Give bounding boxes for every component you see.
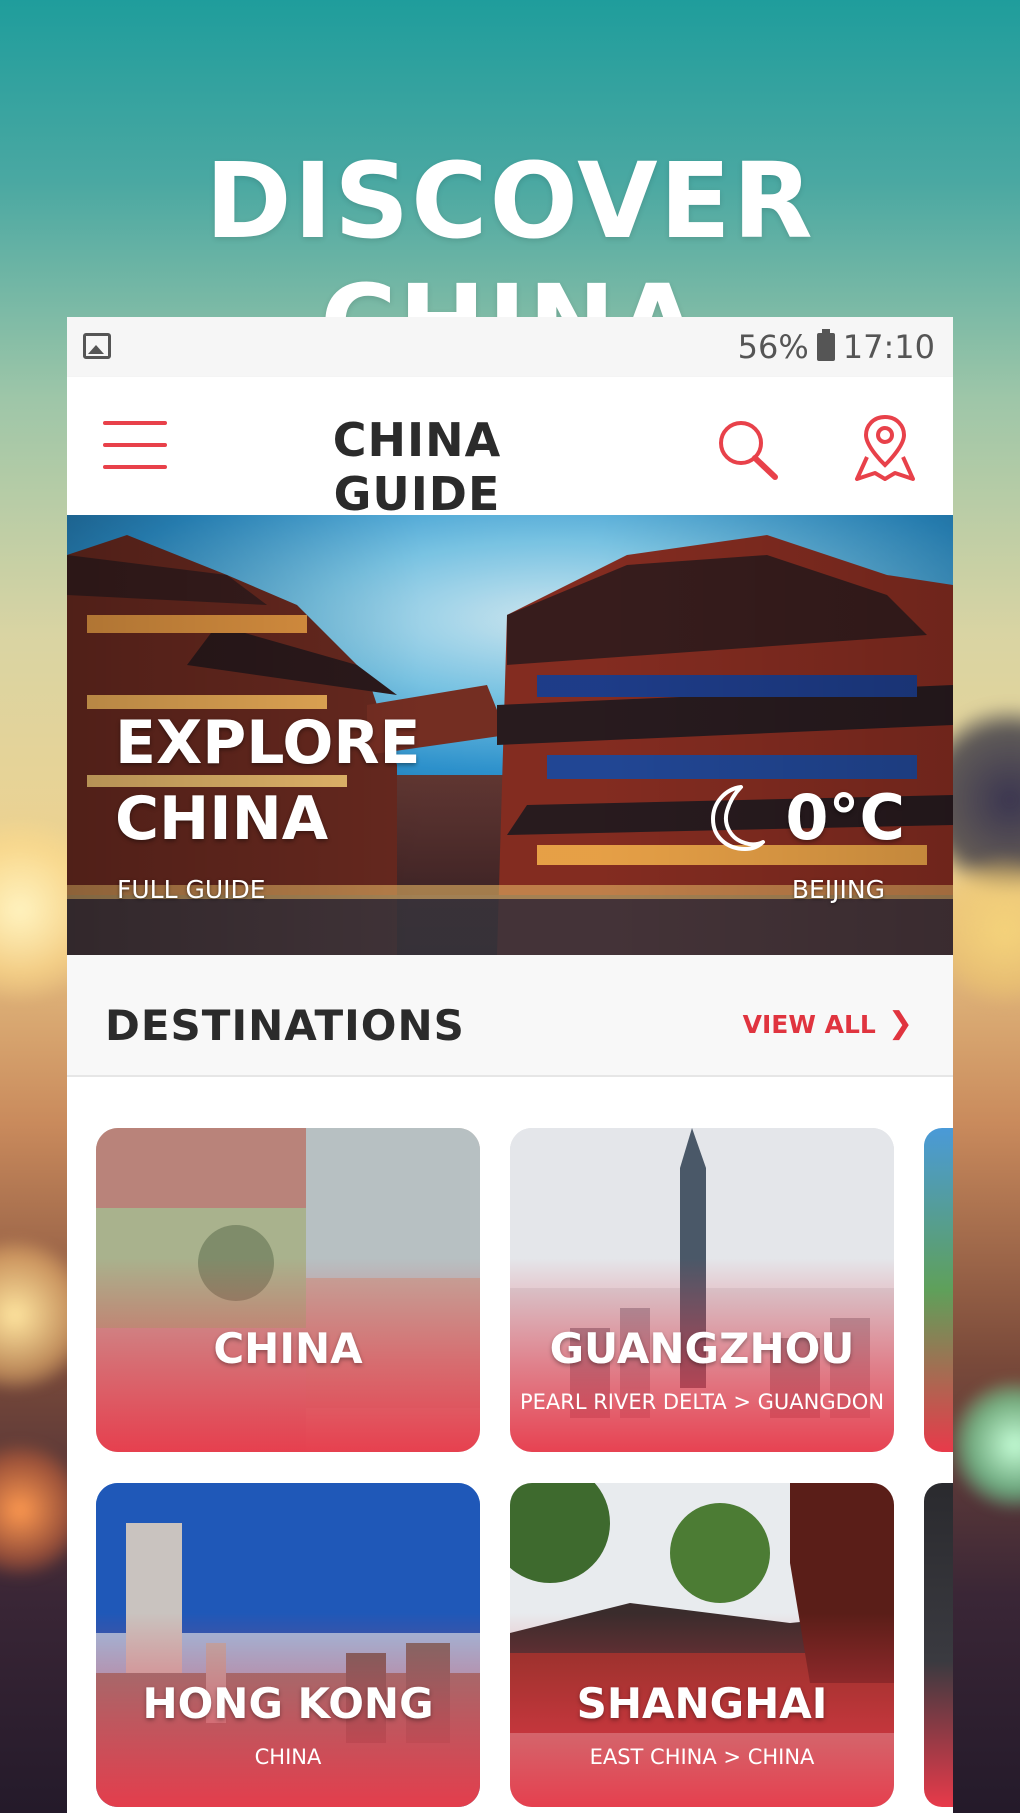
destination-card-shanghai[interactable]: SHANGHAI EAST CHINA > CHINA [510, 1483, 894, 1807]
destination-card-peek[interactable] [924, 1128, 953, 1452]
destination-card-peek[interactable] [924, 1483, 953, 1807]
card-name: GUANGZHOU [549, 1324, 855, 1373]
card-path: CHINA [254, 1745, 322, 1769]
destinations-grid: CHINA GUANGZHOU PEARL RIVER DELTA > GUAN… [67, 1077, 953, 1813]
view-all-link[interactable]: VIEW ALL ❯ [743, 1009, 913, 1039]
moon-icon [711, 785, 766, 851]
card-name: HONG KONG [142, 1679, 434, 1728]
hero-title: EXPLORE CHINA [115, 705, 421, 857]
destination-card-hong-kong[interactable]: HONG KONG CHINA [96, 1483, 480, 1807]
card-name: CHINA [213, 1324, 363, 1373]
status-bar: 56% 17:10 [67, 317, 953, 377]
card-path: EAST CHINA > CHINA [589, 1745, 815, 1769]
image-icon [83, 333, 111, 359]
phone-screen: 56% 17:10 CHINA GUIDE EXPLORE CHINA FULL… [67, 317, 953, 1813]
weather-city: BEIJING [791, 875, 885, 904]
card-name: SHANGHAI [576, 1679, 828, 1728]
destination-card-guangzhou[interactable]: GUANGZHOU PEARL RIVER DELTA > GUANGDON [510, 1128, 894, 1452]
hero-subtitle: FULL GUIDE [117, 875, 266, 904]
hero-title-line2: CHINA [115, 784, 329, 854]
section-title: DESTINATIONS [105, 1001, 465, 1050]
map-pin-icon[interactable] [853, 413, 917, 483]
card-path: PEARL RIVER DELTA > GUANGDON [519, 1390, 885, 1414]
app-bar: CHINA GUIDE [67, 377, 953, 521]
status-time: 17:10 [842, 328, 935, 366]
search-icon[interactable] [715, 417, 781, 483]
hero-banner[interactable]: EXPLORE CHINA FULL GUIDE 0°C BEIJING [67, 515, 953, 955]
view-all-label: VIEW ALL [742, 1009, 876, 1039]
weather-widget: 0°C [695, 779, 905, 855]
hero-title-line1: EXPLORE [115, 708, 421, 778]
battery-percent: 56% [737, 328, 809, 366]
destinations-header: DESTINATIONS VIEW ALL ❯ [67, 955, 953, 1077]
app-title: CHINA GUIDE [332, 413, 502, 521]
destination-card-china[interactable]: CHINA [96, 1128, 480, 1452]
status-right: 56% 17:10 [738, 325, 935, 369]
battery-icon [816, 329, 835, 361]
menu-icon[interactable] [103, 421, 167, 471]
temperature: 0°C [785, 780, 905, 854]
chevron-right-icon: ❯ [887, 1006, 913, 1041]
